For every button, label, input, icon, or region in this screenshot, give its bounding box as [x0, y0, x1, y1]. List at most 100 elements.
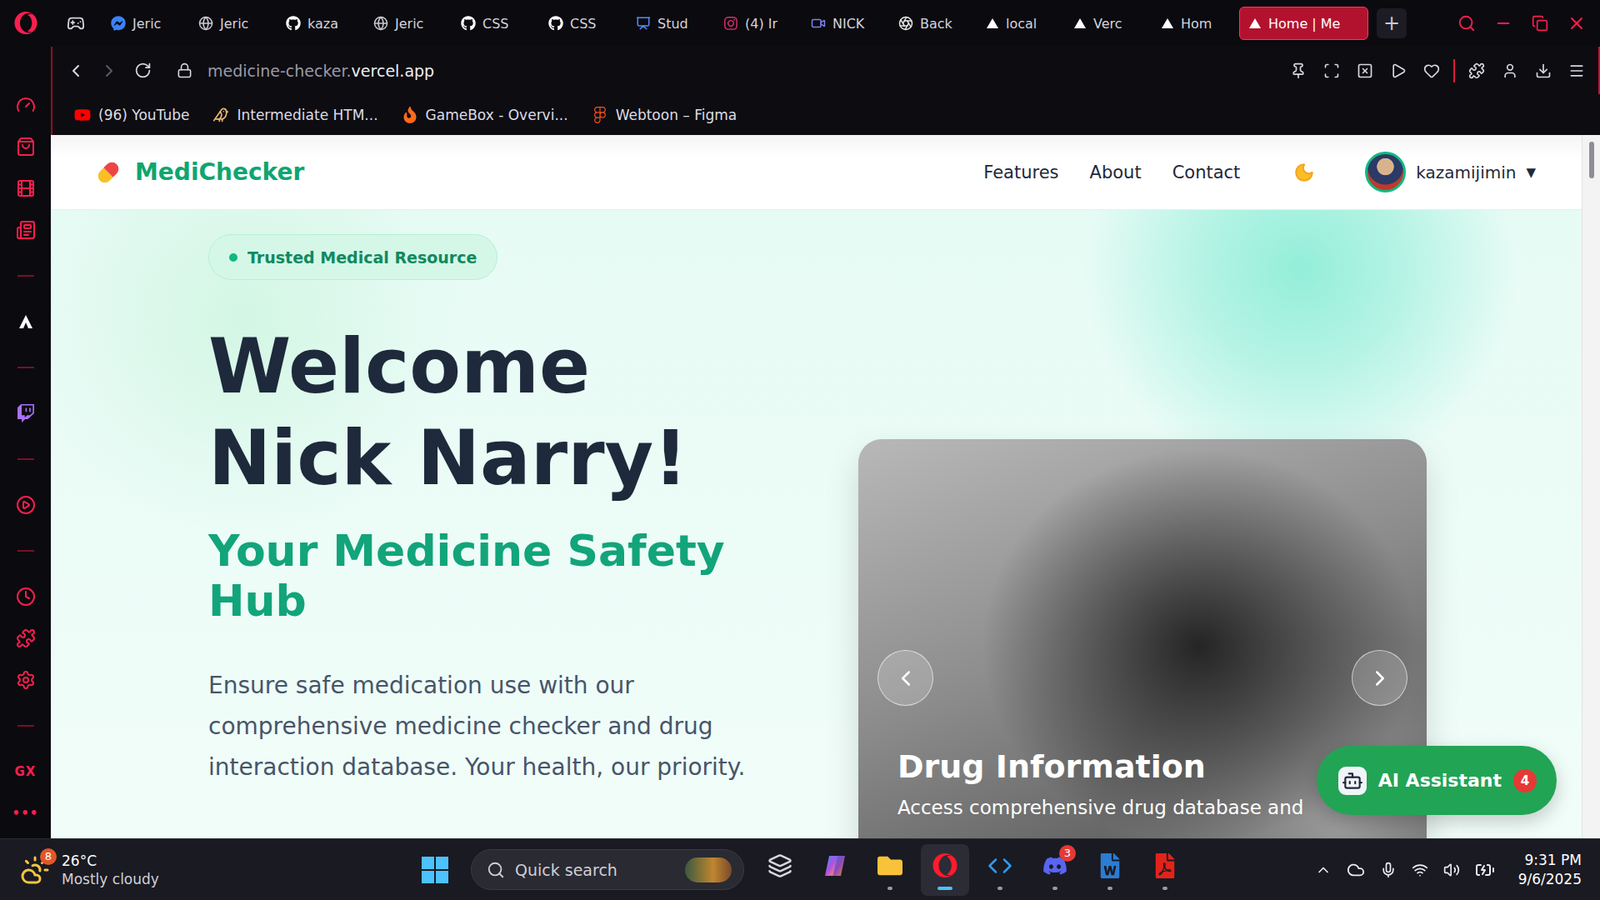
snapshot-icon	[1323, 62, 1340, 80]
news-button[interactable]	[0, 209, 51, 251]
reload-button[interactable]	[125, 54, 160, 88]
tab-label: (4) Ir	[745, 15, 778, 32]
browser-tab[interactable]: Stud	[626, 6, 715, 40]
moon-icon	[1293, 161, 1315, 184]
extensions-toolbar-button[interactable]	[1460, 54, 1494, 88]
windows-start-icon[interactable]	[420, 855, 450, 885]
snapshot-button[interactable]	[1315, 54, 1349, 88]
taskbar-app[interactable]	[920, 844, 970, 896]
app-badge: 3	[1059, 845, 1076, 862]
tab-bar: JericJerickazaJericCSSCSSStud(4) IrNICKB…	[0, 0, 1600, 47]
start-button[interactable]	[410, 844, 460, 896]
browser-tab[interactable]: Home | Me	[1239, 6, 1369, 40]
taskbar-app[interactable]: 3	[1030, 844, 1080, 896]
browser-tab[interactable]: Jeric	[189, 6, 277, 40]
extensions-button[interactable]	[0, 617, 51, 660]
chevron-right-icon	[1367, 665, 1393, 691]
easy-setup-button[interactable]	[1560, 54, 1594, 88]
user-menu[interactable]: kazamijimin▼	[1365, 151, 1536, 193]
taskbar-app[interactable]	[1085, 844, 1135, 896]
scrollbar-thumb[interactable]	[1589, 141, 1595, 179]
close-button[interactable]	[1558, 6, 1595, 40]
scrollbar[interactable]	[1581, 135, 1600, 839]
lock-icon	[176, 62, 193, 79]
hero-title: Welcome Nick Narry!	[208, 320, 775, 505]
back-button[interactable]	[59, 54, 93, 88]
carousel-prev-button[interactable]	[877, 650, 934, 706]
weather-widget[interactable]: 826°CMostly cloudy	[0, 851, 411, 889]
tab-search-button[interactable]	[1448, 6, 1485, 40]
browser-tab[interactable]: CSS	[539, 6, 627, 40]
speed-dial-button[interactable]	[0, 84, 51, 126]
browser-tab[interactable]: NICK	[801, 6, 890, 40]
aria-button[interactable]	[0, 300, 51, 343]
tab-label: local	[1005, 15, 1037, 32]
downloads-button[interactable]	[1526, 54, 1560, 88]
bookmark-button[interactable]	[1415, 54, 1449, 88]
ai-assistant-button[interactable]: AI Assistant4	[1316, 745, 1557, 815]
site-nav: Features About Contact	[983, 162, 1240, 183]
search-icon	[1457, 14, 1476, 33]
bookmark-item[interactable]: Webtoon – Figma	[591, 106, 738, 124]
teams-icon	[810, 15, 826, 31]
gx-corner-button[interactable]	[0, 167, 51, 210]
browser-tab[interactable]: Back	[889, 6, 977, 40]
running-indicator	[1107, 886, 1113, 890]
browser-tab[interactable]: Verc	[1064, 6, 1152, 40]
twitch-button[interactable]	[0, 392, 51, 435]
theme-toggle[interactable]	[1290, 158, 1319, 187]
tab-label: CSS	[570, 15, 596, 32]
adblock-button[interactable]	[1348, 54, 1382, 88]
nav-link[interactable]: Contact	[1172, 162, 1241, 183]
browser-tab[interactable]: CSS	[451, 6, 540, 40]
profile-button[interactable]	[1493, 54, 1527, 88]
browser-tab[interactable]: (4) Ir	[714, 6, 802, 40]
taskbar-app[interactable]	[865, 844, 915, 896]
youtube-icon	[74, 106, 91, 124]
sidebar-more-button[interactable]: •••	[0, 792, 51, 835]
player-button[interactable]	[0, 484, 51, 526]
window-controls	[1448, 6, 1600, 40]
tab-label: NICK	[832, 15, 865, 32]
settings-button[interactable]	[0, 659, 51, 701]
taskbar-app[interactable]	[810, 844, 860, 896]
gx-control-button[interactable]	[59, 6, 93, 40]
site-info-button[interactable]	[167, 54, 201, 88]
maximize-button[interactable]	[1521, 6, 1559, 40]
address-field[interactable]: medicine-checker.vercel.app	[207, 61, 1282, 80]
carousel-next-button[interactable]	[1351, 650, 1408, 706]
nav-link[interactable]: About	[1090, 162, 1142, 183]
bookmark-item[interactable]: Intermediate HTM...	[212, 106, 378, 124]
browser-tab[interactable]: kaza	[276, 6, 365, 40]
tab-strip: JericJerickazaJericCSSCSSStud(4) IrNICKB…	[59, 6, 1407, 40]
history-button[interactable]	[0, 575, 51, 618]
browser-tab[interactable]: Jeric	[101, 6, 190, 40]
browser-tab[interactable]: Hom	[1151, 6, 1240, 40]
running-indicator	[937, 886, 953, 890]
taskbar-app[interactable]	[975, 844, 1025, 896]
taskbar-search[interactable]: Quick search	[470, 849, 745, 890]
bookmark-item[interactable]: (96) YouTube	[74, 106, 190, 124]
forward-button[interactable]	[92, 54, 126, 88]
browser-tab[interactable]: local	[976, 6, 1065, 40]
browser-toolbar: medicine-checker.vercel.app (96) YouTube I…	[50, 46, 1600, 135]
new-tab-button[interactable]: +	[1376, 8, 1407, 39]
gx-control-link[interactable]: GX	[0, 750, 51, 793]
assistant-badge: 4	[1513, 769, 1537, 793]
tab-label: Verc	[1093, 15, 1123, 32]
vscode-icon	[987, 853, 1013, 879]
speed-dial-icon	[15, 95, 36, 115]
nav-link[interactable]: Features	[983, 162, 1059, 183]
flow-button[interactable]	[1381, 54, 1415, 88]
site-logo[interactable]: MediChecker	[91, 155, 305, 190]
taskbar-app[interactable]	[1140, 844, 1190, 896]
opera-menu-button[interactable]	[0, 11, 51, 35]
taskbar-app[interactable]	[755, 844, 805, 896]
pin-button[interactable]	[1281, 54, 1315, 88]
clock[interactable]: 9:31 PM9/6/2025	[1518, 850, 1582, 890]
browser-tab[interactable]: Jeric	[364, 6, 452, 40]
gx-store-button[interactable]	[0, 125, 51, 168]
back-icon	[65, 60, 86, 81]
minimize-button[interactable]	[1485, 6, 1522, 40]
bookmark-item[interactable]: GameBox - Overvi...	[401, 106, 569, 124]
